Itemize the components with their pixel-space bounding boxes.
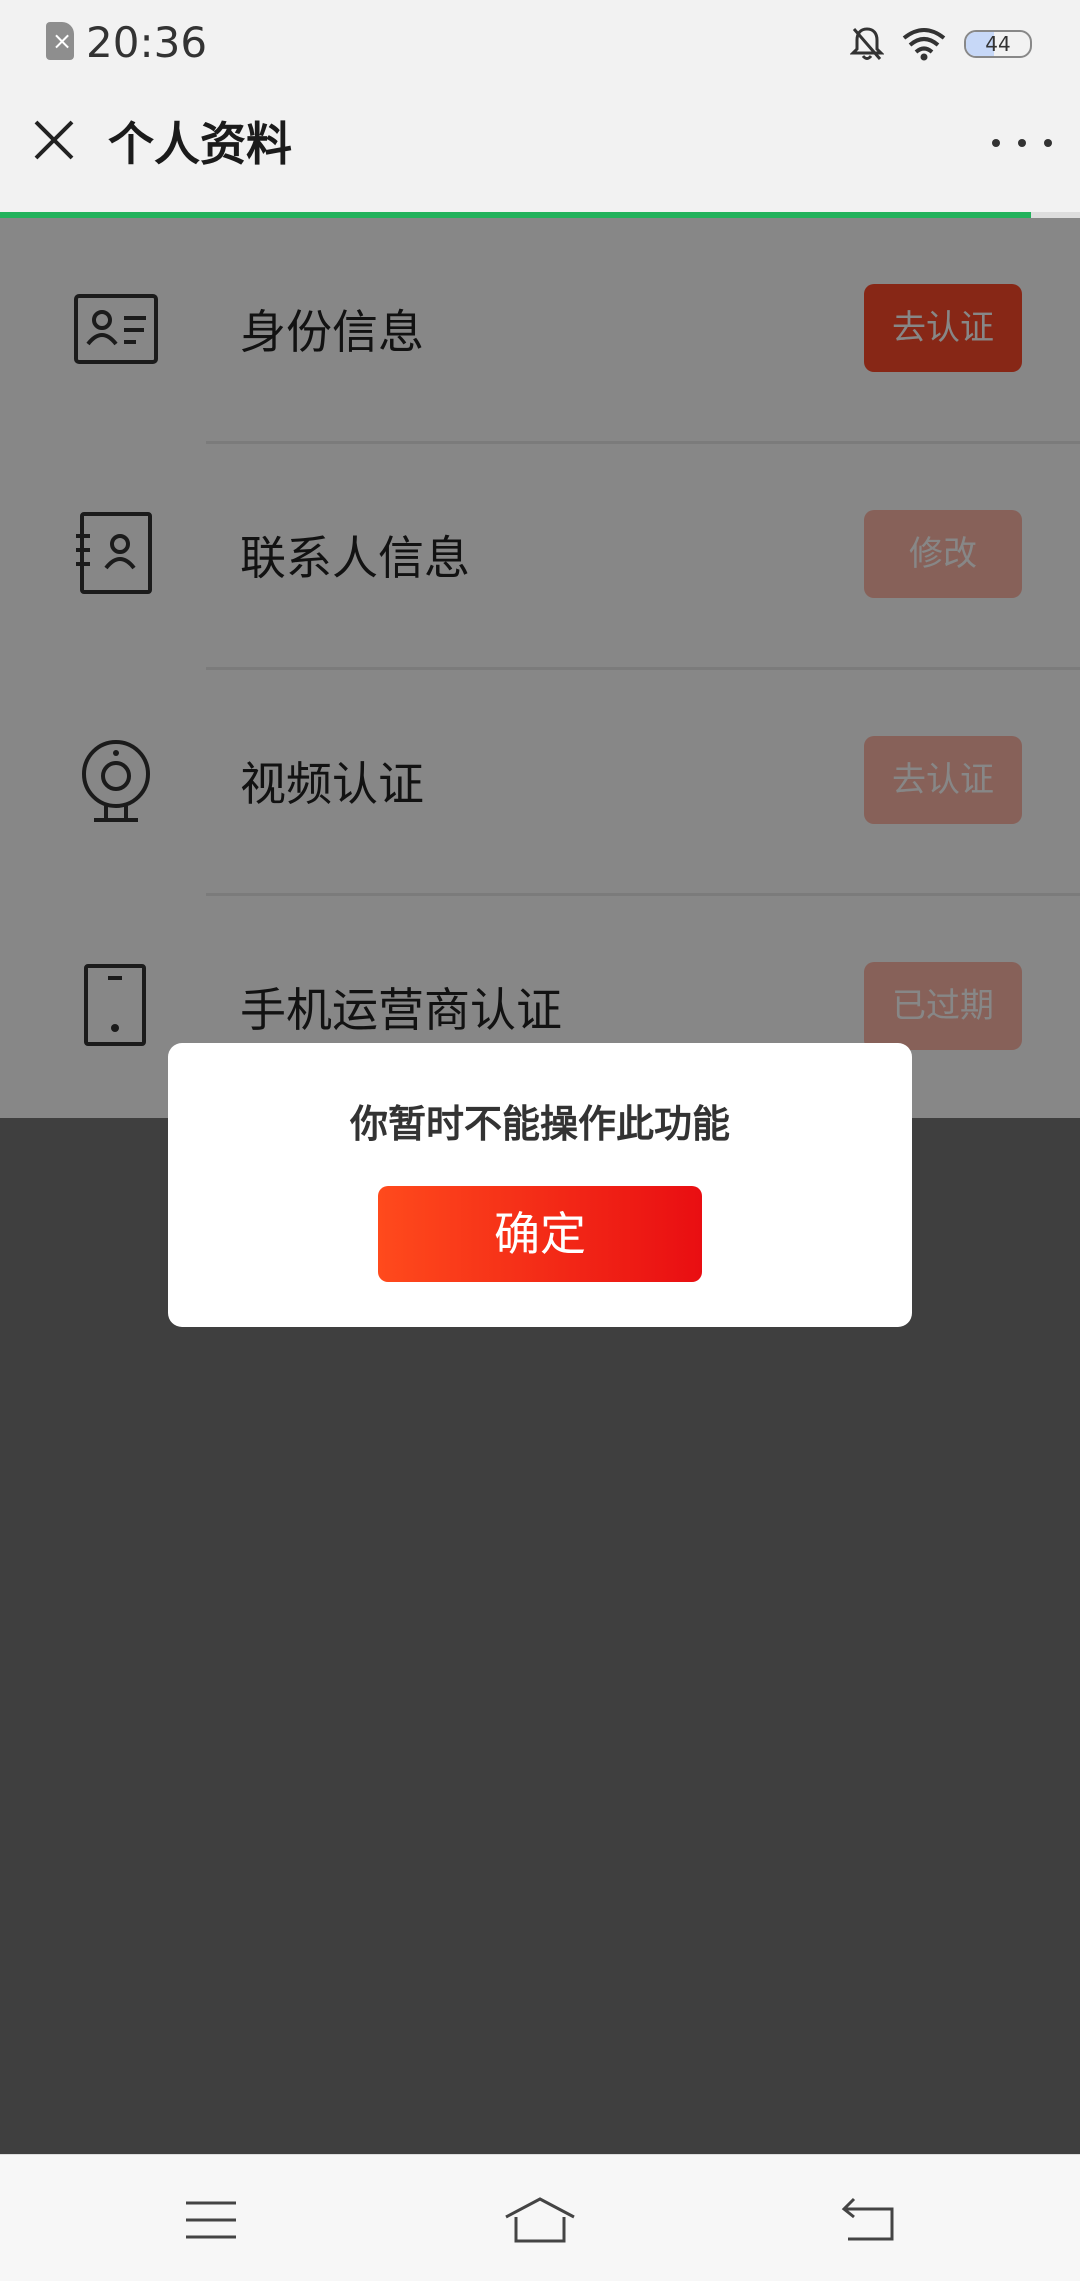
confirm-button[interactable]: 确定 [378, 1186, 702, 1282]
home-icon[interactable] [500, 2195, 580, 2245]
more-options-icon[interactable] [992, 128, 1052, 158]
wifi-icon [902, 28, 946, 61]
bell-off-icon [850, 27, 884, 60]
close-icon[interactable] [30, 116, 78, 164]
status-icons: 44 [850, 22, 1032, 66]
battery-indicator: 44 [964, 30, 1032, 58]
page-title: 个人资料 [108, 117, 292, 171]
app-bar: 个人资料 [0, 88, 1080, 212]
battery-level: 44 [985, 32, 1011, 56]
status-bar: 20:36 44 [0, 0, 1080, 88]
alert-dialog: 你暂时不能操作此功能 确定 [168, 1043, 912, 1327]
system-nav-bar [0, 2154, 1080, 2281]
dialog-message: 你暂时不能操作此功能 [349, 1102, 730, 1146]
back-icon[interactable] [830, 2195, 910, 2245]
no-sim-icon [46, 22, 74, 60]
status-time: 20:36 [86, 18, 208, 67]
menu-icon[interactable] [170, 2195, 250, 2245]
